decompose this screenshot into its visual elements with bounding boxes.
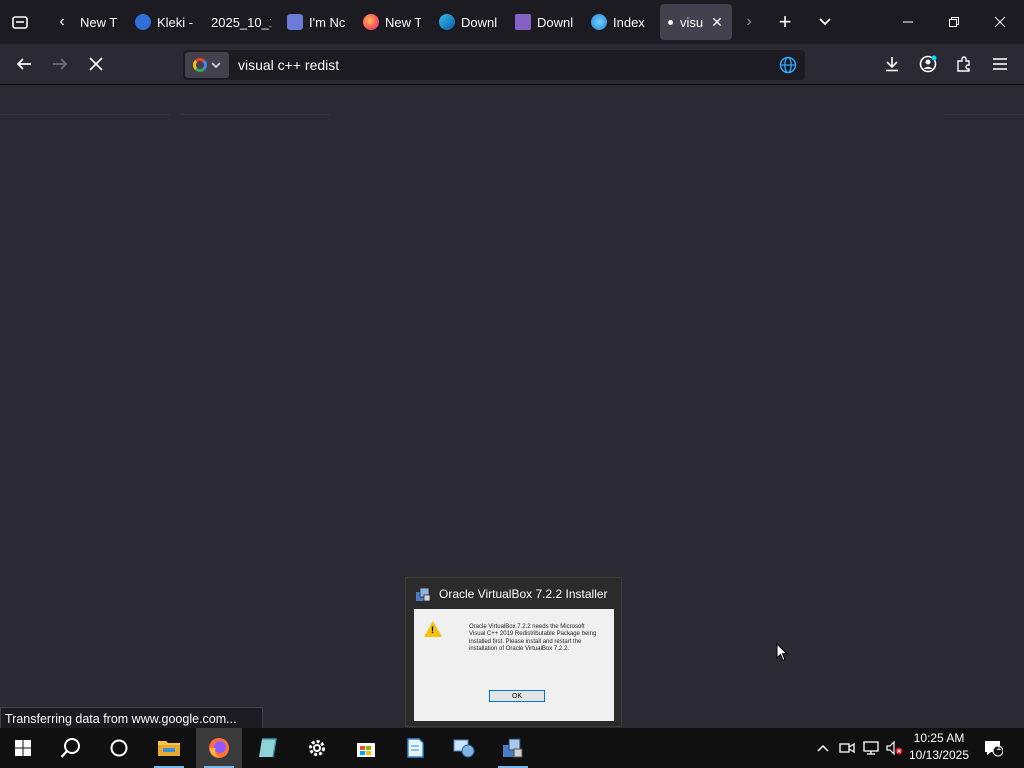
tab-label: visu: [680, 14, 704, 30]
list-all-tabs-chevron-icon[interactable]: [807, 4, 843, 40]
forward-arrow-icon[interactable]: [44, 48, 76, 80]
stop-loading-icon[interactable]: [80, 48, 112, 80]
show-hidden-icons-chevron-icon[interactable]: [812, 728, 834, 768]
notepad-taskbar-icon[interactable]: [245, 728, 291, 768]
tab-bar: ‹ New T Kleki - 2025_10_1 I'm Nc New T D…: [0, 0, 1024, 44]
tab-new-tab-1[interactable]: New T: [80, 4, 120, 40]
divider: [944, 114, 1024, 115]
tab-label: I'm Nc: [309, 14, 345, 30]
translate-globe-icon[interactable]: [779, 56, 797, 79]
mouse-cursor-icon: [776, 643, 788, 662]
edge-icon: [439, 14, 455, 30]
url-text[interactable]: visual c++ redist: [238, 57, 339, 73]
tab-download-2[interactable]: Downl: [515, 4, 573, 40]
kleki-icon: [135, 14, 151, 30]
divider: [180, 114, 330, 115]
windows-taskbar: 10:25 AM 10/13/2025 1: [0, 728, 1024, 768]
microsoft-store-icon[interactable]: [343, 728, 389, 768]
system-clock[interactable]: 10:25 AM 10/13/2025: [905, 730, 973, 764]
installer-dialog: Oracle VirtualBox 7.2.2 Installer ! Orac…: [405, 577, 622, 727]
tab-index[interactable]: Index: [591, 4, 649, 40]
clock-time: 10:25 AM: [913, 731, 965, 745]
divider: [0, 114, 170, 115]
extensions-puzzle-icon[interactable]: [948, 48, 980, 80]
tab-label: Kleki -: [157, 14, 193, 30]
tab-kleki[interactable]: Kleki -: [135, 4, 193, 40]
tab-label: Downl: [537, 14, 573, 30]
tab-label: New T: [385, 14, 421, 30]
restore-icon[interactable]: [936, 4, 972, 40]
tab-label: Index: [613, 14, 645, 30]
tab-label: 2025_10_1: [211, 14, 271, 30]
clock-date: 10/13/2025: [908, 748, 970, 762]
tab-new-tab-2[interactable]: New T: [363, 4, 421, 40]
address-bar[interactable]: visual c++ redist: [183, 50, 805, 80]
start-windows-icon[interactable]: [0, 728, 46, 768]
volume-muted-icon[interactable]: [884, 728, 906, 768]
ok-button[interactable]: OK: [489, 690, 545, 702]
virtualbox-installer-icon[interactable]: [490, 728, 536, 768]
document-taskbar-icon[interactable]: [392, 728, 438, 768]
dialog-message: Oracle VirtualBox 7.2.2 needs the Micros…: [469, 624, 597, 653]
close-tab-icon[interactable]: ✕: [711, 14, 723, 31]
menu-hamburger-icon[interactable]: [984, 48, 1016, 80]
notification-count: 1: [996, 742, 1002, 753]
tab-im-not[interactable]: I'm Nc: [287, 4, 345, 40]
tab-download-1[interactable]: Downl: [439, 4, 497, 40]
file-explorer-icon[interactable]: [146, 728, 192, 768]
action-center-icon[interactable]: 1: [980, 728, 1006, 768]
close-window-icon[interactable]: [982, 4, 1018, 40]
chevron-down-icon: [211, 61, 221, 68]
settings-gear-icon[interactable]: [294, 728, 340, 768]
installer-icon: [416, 587, 431, 602]
status-panel: Transferring data from www.google.com...: [0, 707, 263, 729]
scroll-tabs-right-icon[interactable]: ›: [731, 4, 767, 40]
firefox-view-icon[interactable]: [2, 4, 38, 40]
dialog-body: ! Oracle VirtualBox 7.2.2 needs the Micr…: [414, 609, 614, 721]
search-icon[interactable]: [48, 728, 94, 768]
back-arrow-icon[interactable]: [8, 48, 40, 80]
network-icon[interactable]: [860, 728, 882, 768]
loading-dot-icon: [668, 19, 673, 25]
cortana-icon[interactable]: [96, 728, 142, 768]
new-tab-plus-icon[interactable]: +: [767, 4, 803, 40]
dialog-title: Oracle VirtualBox 7.2.2 Installer: [439, 587, 608, 601]
tab-visual-cpp-active[interactable]: visu ✕: [660, 4, 732, 40]
account-icon[interactable]: [912, 48, 944, 80]
google-icon: [193, 58, 207, 72]
firefox-icon: [363, 14, 379, 30]
network-app-icon[interactable]: [441, 728, 487, 768]
firefox-taskbar-icon[interactable]: [196, 728, 242, 768]
tab-label: Downl: [461, 14, 497, 30]
globe-icon: [591, 14, 607, 30]
status-text: Transferring data from www.google.com...: [5, 712, 237, 726]
visual-studio-icon: [515, 14, 531, 30]
robot-icon: [287, 14, 303, 30]
minimize-icon[interactable]: [890, 4, 926, 40]
search-engine-selector[interactable]: [185, 52, 229, 78]
meet-now-icon[interactable]: [836, 728, 858, 768]
tab-2025[interactable]: 2025_10_1: [211, 4, 271, 40]
warning-exclamation: !: [431, 625, 434, 635]
tab-label: New T: [80, 14, 118, 30]
scroll-tabs-left-icon[interactable]: ‹: [44, 4, 80, 40]
downloads-icon[interactable]: [876, 48, 908, 80]
